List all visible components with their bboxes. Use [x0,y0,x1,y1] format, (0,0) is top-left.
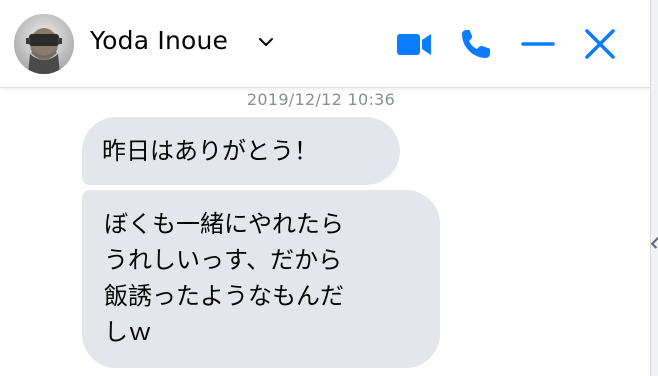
minimize-icon[interactable] [518,24,558,64]
close-icon[interactable] [580,24,620,64]
message-bubble[interactable]: 昨日はありがとう！ [82,117,400,185]
message-bubble[interactable]: ぼくも一緒にやれたら うれしいっす、だから 飯誘ったようなもんだ しｗ [82,190,440,368]
chat-window: Yoda Inoue 2019/12/12 10:36 昨日はありがとう！ ぼく… [0,0,650,376]
background-window-edge [650,0,658,376]
video-camera-icon[interactable] [394,24,434,64]
profile-photo [14,14,74,74]
chat-header: Yoda Inoue [0,0,650,88]
check-icon [650,235,658,249]
contact-name[interactable]: Yoda Inoue [90,26,228,55]
message-timestamp: 2019/12/12 10:36 [0,90,642,109]
timestamp-text: 2019/12/12 10:36 [246,90,396,109]
avatar[interactable] [14,14,74,74]
phone-icon[interactable] [456,24,496,64]
chevron-down-icon[interactable] [258,34,274,50]
